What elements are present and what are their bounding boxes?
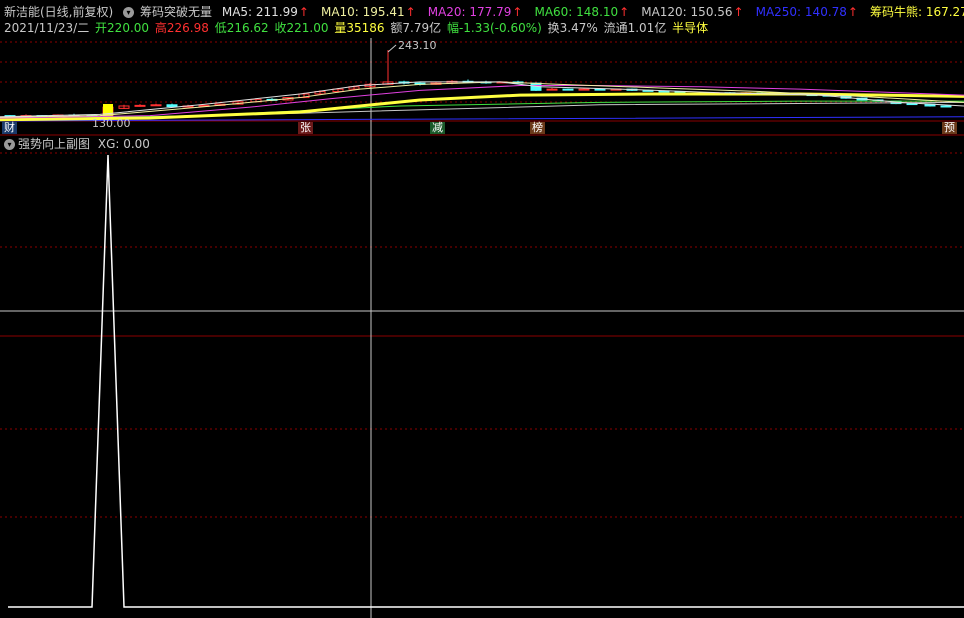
high-price-label: 243.10 <box>398 39 437 52</box>
xg-signal-line <box>8 154 964 608</box>
ma-label: 筹码牛熊: 167.27↑ <box>869 5 964 19</box>
info-volume: 量35186 <box>334 21 385 35</box>
stock-name: 新洁能(日线,前复权) <box>4 5 114 19</box>
marker-rank[interactable]: 榜 <box>530 122 545 134</box>
info-high: 高226.98 <box>154 21 209 35</box>
info-open: 开220.00 <box>95 21 150 35</box>
candle-body <box>594 88 606 91</box>
info-date: 2021/11/23/二 <box>4 21 90 35</box>
info-amount: 额7.79亿 <box>390 21 442 35</box>
marker-finance[interactable]: 财 <box>2 122 17 134</box>
high-price-pointer <box>387 44 397 53</box>
up-arrow-icon: ↑ <box>733 5 744 19</box>
up-arrow-icon: ↑ <box>405 5 416 19</box>
header-row: 新洁能(日线,前复权) ▾ 筹码突破无量 MA5: 211.99↑ MA10: 19… <box>4 4 964 20</box>
up-arrow-icon: ↑ <box>298 5 309 19</box>
up-arrow-icon: ↑ <box>512 5 523 19</box>
ma-label: MA10: 195.41↑ <box>320 5 416 19</box>
marker-rise[interactable]: 张 <box>298 122 313 134</box>
dropdown-icon[interactable]: ▾ <box>123 7 135 18</box>
info-low: 低216.62 <box>214 21 269 35</box>
candle-body <box>562 88 574 91</box>
candle-body <box>150 104 162 107</box>
info-turnover: 换3.47% <box>547 21 598 35</box>
marker-reduce[interactable]: 减 <box>430 122 445 134</box>
info-change: 幅-1.33(-0.60%) <box>446 21 542 35</box>
candle-body <box>546 88 558 91</box>
ma-label: MA60: 148.10↑ <box>534 5 630 19</box>
ma-label: MA5: 211.99↑ <box>221 5 309 19</box>
ma-label: MA250: 140.78↑ <box>755 5 858 19</box>
ma-label: MA20: 177.79↑ <box>427 5 523 19</box>
up-arrow-icon: ↑ <box>847 5 858 19</box>
price-chart[interactable]: 243.10 130.00 <box>0 0 964 618</box>
candle-body <box>134 104 146 107</box>
info-row: 2021/11/23/二 开220.00 高226.98 低216.62 收22… <box>4 20 710 36</box>
candle-body <box>166 104 178 108</box>
subplot-value: XG: 0.00 <box>97 137 150 151</box>
subplot-title[interactable]: 强势向上副图 <box>18 137 90 151</box>
up-arrow-icon: ↑ <box>619 5 630 19</box>
marker-forecast[interactable]: 预 <box>942 122 957 134</box>
ma-label: MA120: 150.56↑ <box>641 5 744 19</box>
dropdown-icon[interactable]: ▾ <box>4 139 15 150</box>
info-sector: 半导体 <box>672 21 709 35</box>
candle-body <box>940 105 952 108</box>
subplot-header: ▾ 强势向上副图 XG: 0.00 <box>4 137 150 151</box>
low-price-label: 130.00 <box>92 117 131 130</box>
candle-body <box>578 88 590 91</box>
ma-list: MA5: 211.99↑ MA10: 195.41↑ MA20: 177.79↑ MA… <box>222 5 964 19</box>
info-close: 收221.00 <box>274 21 329 35</box>
info-float: 流通1.01亿 <box>603 21 667 35</box>
indicator-name[interactable]: 筹码突破无量 <box>140 5 212 19</box>
